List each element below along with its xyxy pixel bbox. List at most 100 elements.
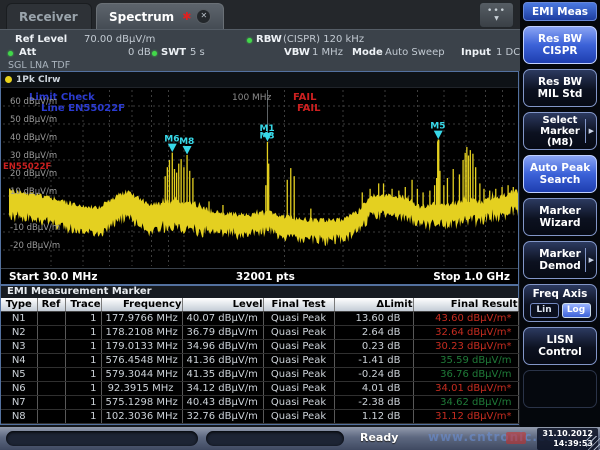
start-frequency[interactable]: Start 30.0 MHz (9, 271, 97, 283)
cell (37, 410, 65, 424)
column-header-finalresult: Final Result (413, 298, 518, 312)
limit-line (9, 147, 518, 160)
cell: 1 (65, 312, 101, 326)
softkey-resbw-milstd[interactable]: Res BWMIL Std (523, 69, 597, 107)
cell: 178.2108 MHz (101, 326, 182, 340)
softkey-resbw-cispr[interactable]: Res BWCISPR (523, 26, 597, 64)
final-result-cell: 36.76 dBµV/m (413, 368, 518, 382)
softkey-select-marker-m8[interactable]: SelectMarker(M8)▶ (523, 112, 597, 150)
cell: 40.07 dBµV/m (182, 312, 263, 326)
softkey-empty-8[interactable] (523, 370, 597, 408)
grid-frequency-label: 100 MHz (232, 93, 272, 103)
emi-marker-table: TypeRefTraceFrequencyLevelFinal TestΔLim… (1, 298, 519, 424)
toggle-option-lin[interactable]: Lin (530, 303, 559, 318)
marker-row-N7[interactable]: N71575.1298 MHz40.43 dBµV/mQuasi Peak-2.… (1, 396, 518, 410)
marker-row-N3[interactable]: N31179.0133 MHz34.96 dBµV/mQuasi Peak0.2… (1, 340, 518, 354)
cell: 0.23 dB (334, 340, 413, 354)
cell: 1 (65, 354, 101, 368)
softkey-label: Select (543, 115, 578, 126)
submenu-arrow-icon: ▶ (585, 248, 594, 272)
cell: N5 (1, 368, 37, 382)
cell: 32.76 dBµV/m (182, 410, 263, 424)
softkey-label: Freq Axis (533, 288, 588, 300)
softkey-menu-title: EMI Meas (523, 2, 597, 21)
att-label: Att (19, 47, 36, 58)
cell: N4 (1, 354, 37, 368)
softkey-marker-wizard[interactable]: MarkerWizard (523, 198, 597, 236)
cell: 13.60 dB (334, 312, 413, 326)
limit-check-result: FAIL (293, 92, 317, 103)
att-value[interactable]: 0 dB (128, 47, 151, 58)
marker-row-N1[interactable]: N11177.9766 MHz40.07 dBµV/mQuasi Peak13.… (1, 312, 518, 326)
softkey-label: Auto Peak (530, 162, 590, 174)
vbw-value[interactable]: 1 MHz (312, 47, 343, 58)
input-value[interactable]: 1 DC (496, 47, 520, 58)
softkey-label: Control (538, 346, 581, 358)
cell (37, 312, 65, 326)
spectrum-window: 1Pk Clrw Limit CheckFAILLine EN55022FFAI… (0, 71, 519, 285)
column-header-frequency: Frequency (101, 298, 182, 312)
softkey-lisn-control[interactable]: LISNControl (523, 327, 597, 365)
cell (37, 340, 65, 354)
ref-level-value[interactable]: 70.00 dBµV/m (84, 34, 155, 45)
marker-row-N6[interactable]: N6192.3915 MHz34.12 dBµV/mQuasi Peak4.01… (1, 382, 518, 396)
vbw-label: VBW (284, 47, 310, 58)
cell: Quasi Peak (263, 340, 334, 354)
cell: 177.9766 MHz (101, 312, 182, 326)
status-ready: Ready (360, 431, 398, 444)
resize-grip-icon (586, 436, 600, 450)
cell: 41.35 dBµV/m (182, 368, 263, 382)
y-axis-tick-label: 50 dBµV/m (10, 115, 57, 125)
softkey-label: Marker (540, 126, 580, 137)
instrument-screen: Receiver Spectrum ✱ ✕ ••• ▼ Ref Level 70… (0, 0, 600, 450)
softkey-label: LISN (547, 334, 574, 346)
stop-frequency[interactable]: Stop 1.0 GHz (433, 271, 510, 283)
final-result-cell: 30.23 dBµV/m* (413, 340, 518, 354)
sweep-info: SGL LNA TDF (8, 60, 70, 71)
softkey-label: MIL Std (538, 88, 583, 100)
column-header-type: Type (1, 298, 37, 312)
marker-m6-icon[interactable] (168, 144, 177, 153)
swt-value[interactable]: 5 s (190, 47, 205, 58)
softkey-autopeak-search[interactable]: Auto PeakSearch (523, 155, 597, 193)
cell (37, 354, 65, 368)
softkey-freqaxis[interactable]: Freq Axis LinLog (523, 284, 597, 322)
cell: 36.79 dBµV/m (182, 326, 263, 340)
marker-row-N4[interactable]: N41576.4548 MHz41.36 dBµV/mQuasi Peak-1.… (1, 354, 518, 368)
toggle-option-log[interactable]: Log (562, 303, 591, 318)
mode-value[interactable]: Auto Sweep (385, 47, 445, 58)
cell: 179.0133 MHz (101, 340, 182, 354)
cell: 92.3915 MHz (101, 382, 182, 396)
marker-m5-icon[interactable] (434, 131, 443, 140)
softkey-label: Marker (539, 248, 581, 260)
cell: N7 (1, 396, 37, 410)
cell: 102.3036 MHz (101, 410, 182, 424)
emi-marker-table-window: EMI Measurement Marker TypeRefTraceFrequ… (0, 285, 519, 425)
cell: Quasi Peak (263, 396, 334, 410)
table-title: EMI Measurement Marker (1, 286, 518, 298)
marker-row-N8[interactable]: N81102.3036 MHz32.76 dBµV/mQuasi Peak1.1… (1, 410, 518, 424)
cell: 1 (65, 368, 101, 382)
cell: 1 (65, 326, 101, 340)
input-label: Input (461, 47, 491, 58)
y-axis-tick-label: -20 dBµV/m (10, 241, 60, 251)
final-result-cell: 43.60 dBµV/m* (413, 312, 518, 326)
cell: 41.36 dBµV/m (182, 354, 263, 368)
final-result-cell: 31.12 dBµV/m* (413, 410, 518, 424)
y-axis-tick-label: 30 dBµV/m (10, 151, 57, 161)
softkey-label: Wizard (539, 217, 580, 229)
tab-receiver[interactable]: Receiver (6, 3, 92, 29)
marker-row-N2[interactable]: N21178.2108 MHz36.79 dBµV/mQuasi Peak2.6… (1, 326, 518, 340)
spectrum-plot[interactable]: Limit CheckFAILLine EN55022FFAIL100 MHzE… (1, 88, 518, 268)
marker-row-N5[interactable]: N51579.3044 MHz41.35 dBµV/mQuasi Peak-0.… (1, 368, 518, 382)
cell: 40.43 dBµV/m (182, 396, 263, 410)
swt-led-icon (152, 51, 157, 56)
softkey-marker-demod[interactable]: MarkerDemod▶ (523, 241, 597, 279)
cell: 575.1298 MHz (101, 396, 182, 410)
tab-spectrum[interactable]: Spectrum ✱ ✕ (96, 3, 224, 29)
close-icon[interactable]: ✕ (196, 9, 211, 24)
rbw-value[interactable]: (CISPR) 120 kHz (283, 34, 364, 45)
trace-info-bar[interactable]: 1Pk Clrw (1, 72, 518, 88)
display-menu-button[interactable]: ••• ▼ (479, 2, 514, 28)
sweep-points[interactable]: 32001 pts (236, 271, 295, 283)
